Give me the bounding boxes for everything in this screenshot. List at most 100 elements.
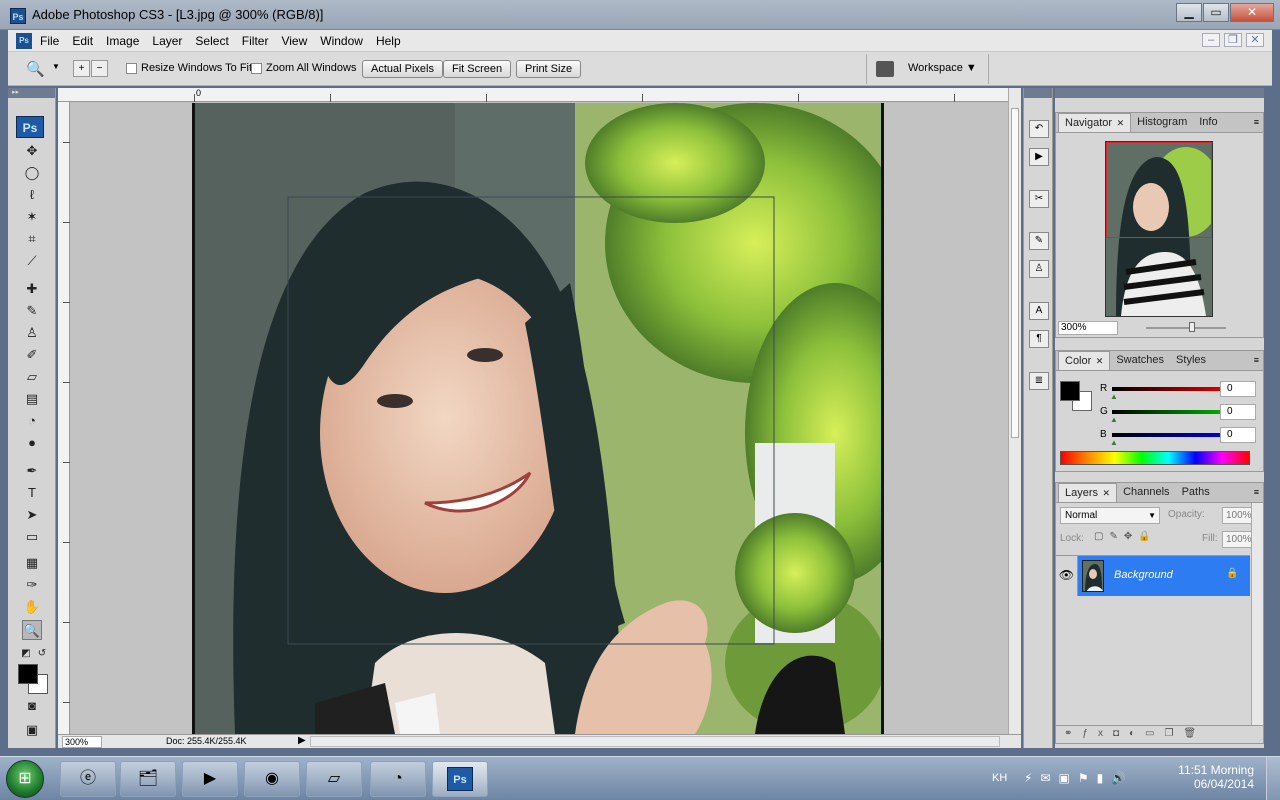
visibility-eye-icon[interactable]: 👁 (1056, 556, 1078, 596)
dodge-tool-icon[interactable]: ● (22, 433, 42, 453)
foreground-color-swatch[interactable] (18, 664, 38, 684)
character-panel-icon[interactable]: A (1029, 302, 1049, 320)
navigator-thumbnail[interactable] (1105, 141, 1213, 317)
color-foreground-swatch[interactable] (1060, 381, 1080, 401)
blue-value-field[interactable]: 0 (1220, 427, 1256, 443)
swap-colors-icon[interactable]: ↺ (32, 644, 52, 664)
blue-slider[interactable] (1112, 433, 1224, 437)
tab-paths[interactable]: Paths (1176, 483, 1216, 502)
panel-menu-icon[interactable]: ≡ (1254, 355, 1259, 365)
doc-minimize-button[interactable]: – (1202, 33, 1220, 47)
magic-wand-icon[interactable]: ✶ (22, 207, 42, 227)
slice-tool-icon[interactable]: ⟋ (22, 251, 42, 271)
horizontal-scrollbar[interactable] (310, 736, 1000, 747)
menu-help[interactable]: Help (376, 34, 401, 48)
marquee-tool-icon[interactable]: ◯ (22, 163, 42, 183)
green-slider[interactable] (1112, 410, 1224, 414)
start-button[interactable]: ⊞ (6, 760, 44, 798)
menu-file[interactable]: File (40, 34, 59, 48)
checkbox-icon[interactable] (251, 62, 262, 74)
paragraph-panel-icon[interactable]: ¶ (1029, 330, 1049, 348)
brushes-palette-icon[interactable] (876, 61, 894, 77)
horizontal-ruler[interactable]: 0 (58, 88, 1008, 102)
app-window-taskbar-icon[interactable]: ▱ (306, 761, 362, 797)
hand-tool-icon[interactable]: ✋ (22, 597, 42, 617)
menu-window[interactable]: Window (320, 34, 363, 48)
zoom-in-icon[interactable]: + (73, 60, 90, 77)
blend-mode-select[interactable]: Normal ▼ (1060, 507, 1160, 524)
panel-menu-icon[interactable]: ≡ (1254, 117, 1259, 127)
path-selection-icon[interactable]: ➤ (22, 505, 42, 525)
zoom-tool-icon[interactable]: 🔍 (26, 60, 45, 78)
menu-view[interactable]: View (281, 34, 307, 48)
vertical-scrollbar[interactable] (1008, 88, 1021, 734)
photoshop-logo[interactable]: Ps (16, 116, 44, 138)
tab-swatches[interactable]: Swatches (1110, 351, 1170, 370)
history-brush-icon[interactable]: ✐ (22, 345, 42, 365)
menu-layer[interactable]: Layer (152, 34, 182, 48)
lasso-tool-icon[interactable]: ℓ (22, 185, 42, 205)
system-tray-icons[interactable]: ⚡✉▣⚑▮🔊 (1024, 771, 1134, 785)
pen-tool-icon[interactable]: ✒ (22, 461, 42, 481)
menu-filter[interactable]: Filter (242, 34, 269, 48)
tab-histogram[interactable]: Histogram (1131, 113, 1193, 132)
resize-windows-checkbox[interactable]: Resize Windows To Fit (126, 62, 252, 74)
layer-row[interactable]: 👁 Background 🔒 (1056, 555, 1250, 596)
firefox-taskbar-icon[interactable]: ◉ (244, 761, 300, 797)
doc-close-button[interactable]: ✕ (1246, 33, 1264, 47)
navigator-view-box[interactable] (1106, 142, 1212, 238)
lock-options-icons[interactable]: ▢✎✥🔒 (1094, 531, 1157, 542)
layers-scrollbar[interactable] (1251, 503, 1263, 725)
navigator-zoom-field[interactable]: 300% (1058, 321, 1118, 335)
tab-navigator[interactable]: Navigator ✕ (1058, 113, 1132, 132)
brushes-panel-icon[interactable]: ✎ (1029, 232, 1049, 250)
red-slider[interactable] (1112, 387, 1224, 391)
vertical-ruler[interactable] (58, 102, 70, 734)
menu-image[interactable]: Image (106, 34, 139, 48)
slider-triangle-icon[interactable]: ▲ (1110, 438, 1118, 447)
eyedropper-icon[interactable]: ✑ (22, 575, 42, 595)
photoshop-taskbar-icon[interactable]: Ps (432, 761, 488, 797)
layer-name[interactable]: Background (1114, 569, 1173, 581)
doc-restore-button[interactable]: ❐ (1224, 33, 1242, 47)
taskbar-clock[interactable]: 11:51 Morning 06/04/2014 (1172, 763, 1254, 791)
green-value-field[interactable]: 0 (1220, 404, 1256, 420)
panel-menu-icon[interactable]: ≡ (1254, 487, 1259, 497)
eraser-tool-icon[interactable]: ▱ (22, 367, 42, 387)
file-explorer-taskbar-icon[interactable]: 🗂 (120, 761, 176, 797)
slider-knob[interactable] (1189, 322, 1195, 332)
panel-dock-header[interactable] (1055, 88, 1264, 98)
brush-tool-icon[interactable]: ✎ (22, 301, 42, 321)
close-tab-icon[interactable]: ✕ (1093, 356, 1104, 366)
tool-presets-icon[interactable]: ✂ (1029, 190, 1049, 208)
screen-mode-icon[interactable]: ▣ (22, 720, 42, 740)
photoshop-menu-icon[interactable]: Ps (16, 33, 32, 49)
type-tool-icon[interactable]: T (22, 483, 42, 503)
checkbox-icon[interactable] (126, 62, 137, 74)
menu-select[interactable]: Select (195, 34, 228, 48)
tool-preset-caret-icon[interactable]: ▼ (52, 62, 60, 71)
scroll-thumb[interactable] (1011, 108, 1019, 438)
print-size-button[interactable]: Print Size (516, 60, 582, 78)
workspace-menu[interactable]: Workspace ▼ (908, 62, 977, 74)
tab-channels[interactable]: Channels (1117, 483, 1175, 502)
move-tool-icon[interactable]: ✥ (22, 141, 42, 161)
minimize-button[interactable]: ▁ (1176, 3, 1202, 22)
layers-footer-toolbar[interactable]: ⚭ƒx◘◐▭❐🗑 (1056, 725, 1263, 743)
slider-triangle-icon[interactable]: ▲ (1110, 392, 1118, 401)
layer-background[interactable]: Background 🔒 (1078, 556, 1250, 596)
clone-source-icon[interactable]: ♙ (1029, 260, 1049, 278)
presentation-taskbar-icon[interactable]: ◔ (370, 761, 426, 797)
internet-explorer-taskbar-icon[interactable]: ⓔ (60, 761, 116, 797)
healing-brush-icon[interactable]: ✚ (22, 279, 42, 299)
tab-layers[interactable]: Layers ✕ (1058, 483, 1118, 502)
status-zoom-field[interactable]: 300% (62, 736, 102, 748)
actions-panel-icon[interactable]: ▶ (1029, 148, 1049, 166)
show-desktop-button[interactable] (1266, 757, 1280, 800)
media-player-taskbar-icon[interactable]: ▶ (182, 761, 238, 797)
slider-triangle-icon[interactable]: ▲ (1110, 415, 1118, 424)
close-button[interactable]: ✕ (1230, 3, 1274, 22)
history-panel-icon[interactable]: ↶ (1029, 120, 1049, 138)
menu-edit[interactable]: Edit (72, 34, 93, 48)
red-value-field[interactable]: 0 (1220, 381, 1256, 397)
